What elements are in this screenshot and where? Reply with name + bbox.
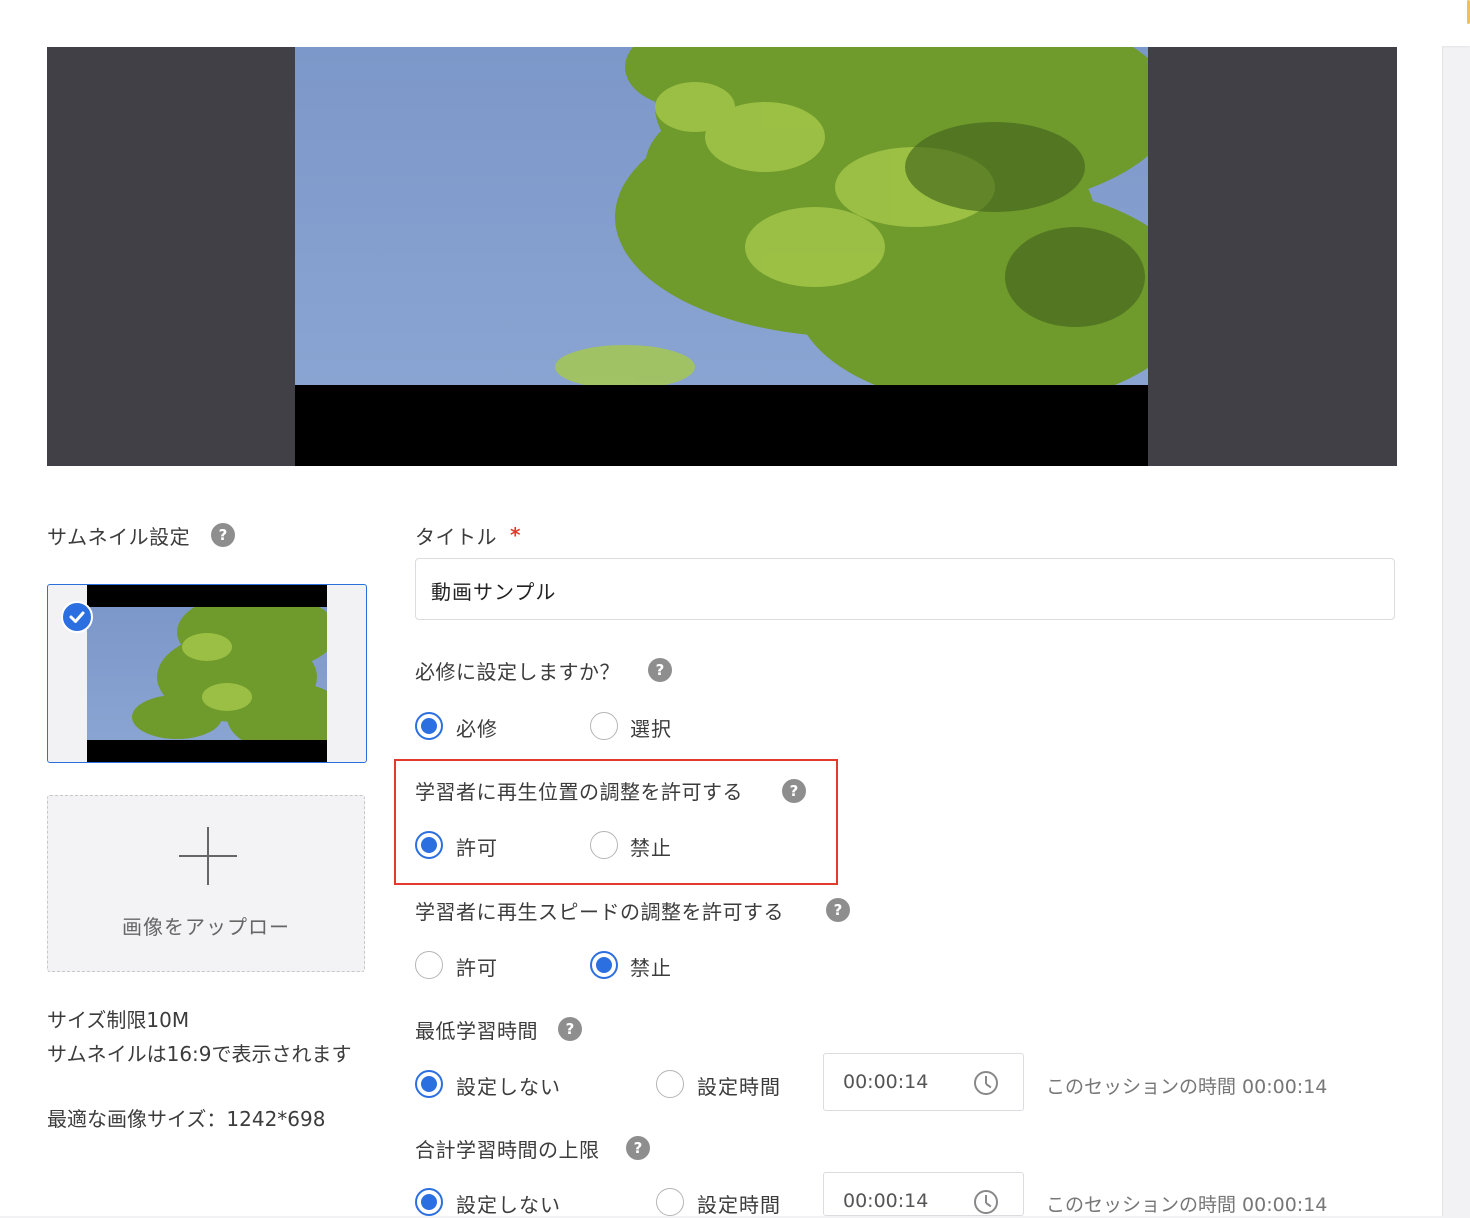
- min-session-time: このセッションの時間 00:00:14: [1046, 1076, 1328, 1098]
- radio-min-set[interactable]: [656, 1070, 684, 1098]
- required-mark: *: [510, 523, 521, 547]
- radio-max-none-label: 設定しない: [456, 1193, 561, 1217]
- radio-required-label: 必修: [456, 717, 498, 741]
- seek-permission-label: 学習者に再生位置の調整を許可する: [415, 780, 743, 804]
- thumbnail-settings-label: サムネイル設定: [47, 525, 191, 549]
- radio-min-none[interactable]: [415, 1070, 443, 1098]
- min-study-time-label: 最低学習時間: [415, 1019, 538, 1043]
- radio-speed-deny[interactable]: [590, 951, 618, 979]
- radio-speed-deny-label: 禁止: [630, 956, 672, 980]
- radio-speed-allow[interactable]: [415, 951, 443, 979]
- top-bar: [0, 0, 1470, 46]
- max-time-value: 00:00:14: [843, 1190, 929, 1212]
- speed-permission-label: 学習者に再生スピードの調整を許可する: [415, 900, 784, 924]
- upload-image-button[interactable]: 画像をアップロー: [47, 795, 365, 972]
- help-icon[interactable]: ?: [826, 898, 850, 922]
- clock-icon[interactable]: [974, 1071, 998, 1095]
- radio-required[interactable]: [415, 712, 443, 740]
- radio-seek-deny-label: 禁止: [630, 836, 672, 860]
- radio-max-none[interactable]: [415, 1188, 443, 1216]
- radio-elective[interactable]: [590, 712, 618, 740]
- help-icon[interactable]: ?: [648, 658, 672, 682]
- video-frame: [295, 47, 1148, 466]
- radio-elective-label: 選択: [630, 717, 672, 741]
- thumbnail-foliage: [132, 607, 327, 740]
- video-sky: [295, 47, 1148, 407]
- radio-speed-allow-label: 許可: [456, 956, 498, 980]
- radio-seek-deny[interactable]: [590, 831, 618, 859]
- help-icon[interactable]: ?: [558, 1017, 582, 1041]
- upload-label: 画像をアップロー: [122, 915, 290, 939]
- check-icon: [61, 601, 93, 633]
- thumbnail-image: [87, 585, 327, 762]
- radio-max-set-label: 設定時間: [697, 1193, 781, 1217]
- max-study-time-label: 合計学習時間の上限: [415, 1138, 600, 1162]
- required-setting-label: 必修に設定しますか？: [415, 660, 620, 684]
- panel-divider: [1442, 46, 1443, 1216]
- radio-min-none-label: 設定しない: [456, 1075, 561, 1099]
- max-time-picker[interactable]: 00:00:14: [823, 1172, 1024, 1216]
- radio-min-set-label: 設定時間: [697, 1075, 781, 1099]
- title-label: タイトル: [415, 525, 497, 549]
- clock-icon[interactable]: [974, 1190, 998, 1214]
- ratio-note-text: サムネイルは16:9で表示されます: [47, 1042, 352, 1066]
- title-input-value: 動画サンプル: [431, 580, 557, 604]
- foliage-image: [555, 47, 1148, 407]
- min-time-value: 00:00:14: [843, 1071, 929, 1093]
- optimal-size-text: 最適な画像サイズ：1242*698: [47, 1107, 326, 1131]
- min-time-picker[interactable]: 00:00:14: [823, 1053, 1024, 1111]
- radio-max-set[interactable]: [656, 1188, 684, 1216]
- help-icon[interactable]: ?: [782, 779, 806, 803]
- help-icon[interactable]: ?: [211, 523, 235, 547]
- thumbnail-option[interactable]: [47, 584, 367, 763]
- max-session-time: このセッションの時間 00:00:14: [1046, 1194, 1328, 1216]
- help-icon[interactable]: ?: [626, 1136, 650, 1160]
- radio-seek-allow-label: 許可: [456, 836, 498, 860]
- radio-seek-allow[interactable]: [415, 831, 443, 859]
- size-limit-text: サイズ制限10M: [47, 1008, 190, 1032]
- title-input[interactable]: 動画サンプル: [415, 558, 1395, 620]
